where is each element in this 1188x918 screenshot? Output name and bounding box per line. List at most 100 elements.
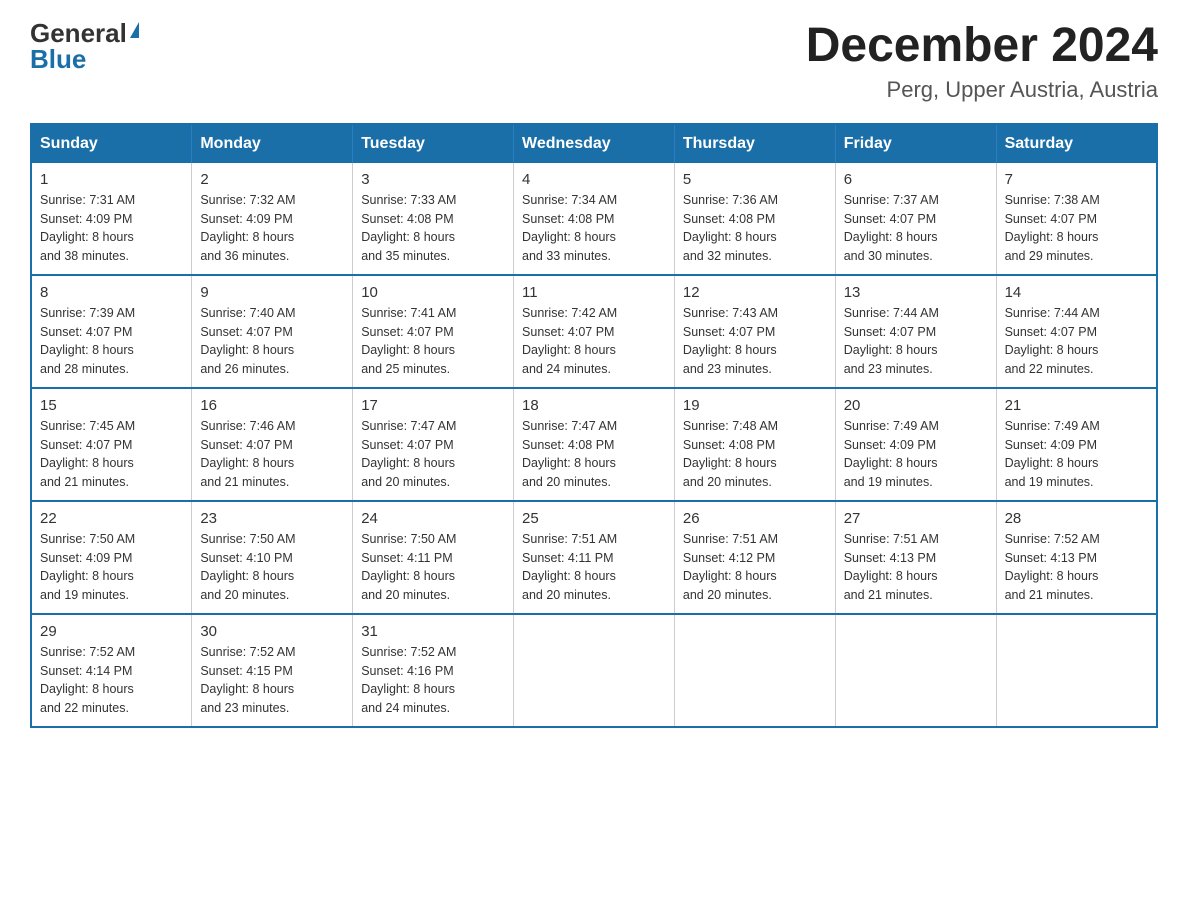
logo-blue-text: Blue xyxy=(30,46,86,72)
header-day-tuesday: Tuesday xyxy=(353,124,514,163)
day-number: 7 xyxy=(1005,171,1148,188)
calendar-cell: 18 Sunrise: 7:47 AMSunset: 4:08 PMDaylig… xyxy=(514,388,675,501)
day-number: 13 xyxy=(844,284,988,301)
subtitle: Perg, Upper Austria, Austria xyxy=(806,77,1158,103)
day-number: 18 xyxy=(522,397,666,414)
day-info: Sunrise: 7:47 AMSunset: 4:08 PMDaylight:… xyxy=(522,417,666,492)
title-section: December 2024 Perg, Upper Austria, Austr… xyxy=(806,20,1158,103)
day-number: 15 xyxy=(40,397,183,414)
day-number: 2 xyxy=(200,171,344,188)
day-info: Sunrise: 7:51 AMSunset: 4:11 PMDaylight:… xyxy=(522,530,666,605)
day-info: Sunrise: 7:52 AMSunset: 4:13 PMDaylight:… xyxy=(1005,530,1148,605)
day-number: 25 xyxy=(522,510,666,527)
day-info: Sunrise: 7:47 AMSunset: 4:07 PMDaylight:… xyxy=(361,417,505,492)
calendar-cell: 14 Sunrise: 7:44 AMSunset: 4:07 PMDaylig… xyxy=(996,275,1157,388)
day-number: 22 xyxy=(40,510,183,527)
calendar-cell: 9 Sunrise: 7:40 AMSunset: 4:07 PMDayligh… xyxy=(192,275,353,388)
calendar-cell: 6 Sunrise: 7:37 AMSunset: 4:07 PMDayligh… xyxy=(835,163,996,275)
day-info: Sunrise: 7:51 AMSunset: 4:12 PMDaylight:… xyxy=(683,530,827,605)
calendar-cell: 21 Sunrise: 7:49 AMSunset: 4:09 PMDaylig… xyxy=(996,388,1157,501)
day-info: Sunrise: 7:37 AMSunset: 4:07 PMDaylight:… xyxy=(844,191,988,266)
day-info: Sunrise: 7:39 AMSunset: 4:07 PMDaylight:… xyxy=(40,304,183,379)
calendar-cell: 24 Sunrise: 7:50 AMSunset: 4:11 PMDaylig… xyxy=(353,501,514,614)
day-number: 11 xyxy=(522,284,666,301)
day-number: 24 xyxy=(361,510,505,527)
day-info: Sunrise: 7:48 AMSunset: 4:08 PMDaylight:… xyxy=(683,417,827,492)
calendar-week-5: 29 Sunrise: 7:52 AMSunset: 4:14 PMDaylig… xyxy=(31,614,1157,727)
day-number: 3 xyxy=(361,171,505,188)
calendar-cell: 5 Sunrise: 7:36 AMSunset: 4:08 PMDayligh… xyxy=(674,163,835,275)
calendar-cell: 19 Sunrise: 7:48 AMSunset: 4:08 PMDaylig… xyxy=(674,388,835,501)
day-info: Sunrise: 7:49 AMSunset: 4:09 PMDaylight:… xyxy=(844,417,988,492)
calendar-cell xyxy=(835,614,996,727)
day-number: 27 xyxy=(844,510,988,527)
day-number: 10 xyxy=(361,284,505,301)
header-day-thursday: Thursday xyxy=(674,124,835,163)
day-info: Sunrise: 7:43 AMSunset: 4:07 PMDaylight:… xyxy=(683,304,827,379)
day-info: Sunrise: 7:50 AMSunset: 4:10 PMDaylight:… xyxy=(200,530,344,605)
day-number: 9 xyxy=(200,284,344,301)
day-info: Sunrise: 7:46 AMSunset: 4:07 PMDaylight:… xyxy=(200,417,344,492)
calendar-cell: 16 Sunrise: 7:46 AMSunset: 4:07 PMDaylig… xyxy=(192,388,353,501)
day-number: 16 xyxy=(200,397,344,414)
day-number: 8 xyxy=(40,284,183,301)
day-info: Sunrise: 7:32 AMSunset: 4:09 PMDaylight:… xyxy=(200,191,344,266)
day-number: 14 xyxy=(1005,284,1148,301)
calendar-cell: 11 Sunrise: 7:42 AMSunset: 4:07 PMDaylig… xyxy=(514,275,675,388)
calendar-cell: 4 Sunrise: 7:34 AMSunset: 4:08 PMDayligh… xyxy=(514,163,675,275)
calendar-cell: 25 Sunrise: 7:51 AMSunset: 4:11 PMDaylig… xyxy=(514,501,675,614)
header-day-sunday: Sunday xyxy=(31,124,192,163)
calendar-week-1: 1 Sunrise: 7:31 AMSunset: 4:09 PMDayligh… xyxy=(31,163,1157,275)
header-day-saturday: Saturday xyxy=(996,124,1157,163)
day-info: Sunrise: 7:41 AMSunset: 4:07 PMDaylight:… xyxy=(361,304,505,379)
calendar-cell xyxy=(514,614,675,727)
day-info: Sunrise: 7:36 AMSunset: 4:08 PMDaylight:… xyxy=(683,191,827,266)
calendar-cell: 30 Sunrise: 7:52 AMSunset: 4:15 PMDaylig… xyxy=(192,614,353,727)
calendar-cell: 23 Sunrise: 7:50 AMSunset: 4:10 PMDaylig… xyxy=(192,501,353,614)
calendar-cell: 22 Sunrise: 7:50 AMSunset: 4:09 PMDaylig… xyxy=(31,501,192,614)
logo-general-text: General xyxy=(30,20,127,46)
day-number: 30 xyxy=(200,623,344,640)
calendar-cell: 29 Sunrise: 7:52 AMSunset: 4:14 PMDaylig… xyxy=(31,614,192,727)
calendar-week-3: 15 Sunrise: 7:45 AMSunset: 4:07 PMDaylig… xyxy=(31,388,1157,501)
day-info: Sunrise: 7:38 AMSunset: 4:07 PMDaylight:… xyxy=(1005,191,1148,266)
day-number: 21 xyxy=(1005,397,1148,414)
calendar-cell: 17 Sunrise: 7:47 AMSunset: 4:07 PMDaylig… xyxy=(353,388,514,501)
header-row: SundayMondayTuesdayWednesdayThursdayFrid… xyxy=(31,124,1157,163)
calendar-header: SundayMondayTuesdayWednesdayThursdayFrid… xyxy=(31,124,1157,163)
day-number: 12 xyxy=(683,284,827,301)
calendar-table: SundayMondayTuesdayWednesdayThursdayFrid… xyxy=(30,123,1158,728)
calendar-cell: 2 Sunrise: 7:32 AMSunset: 4:09 PMDayligh… xyxy=(192,163,353,275)
day-number: 4 xyxy=(522,171,666,188)
day-number: 17 xyxy=(361,397,505,414)
calendar-cell: 8 Sunrise: 7:39 AMSunset: 4:07 PMDayligh… xyxy=(31,275,192,388)
calendar-cell: 10 Sunrise: 7:41 AMSunset: 4:07 PMDaylig… xyxy=(353,275,514,388)
logo: General Blue xyxy=(30,20,139,72)
calendar-cell: 20 Sunrise: 7:49 AMSunset: 4:09 PMDaylig… xyxy=(835,388,996,501)
main-title: December 2024 xyxy=(806,20,1158,73)
calendar-cell xyxy=(674,614,835,727)
day-number: 6 xyxy=(844,171,988,188)
calendar-cell: 15 Sunrise: 7:45 AMSunset: 4:07 PMDaylig… xyxy=(31,388,192,501)
calendar-body: 1 Sunrise: 7:31 AMSunset: 4:09 PMDayligh… xyxy=(31,163,1157,727)
calendar-cell xyxy=(996,614,1157,727)
day-number: 23 xyxy=(200,510,344,527)
calendar-week-2: 8 Sunrise: 7:39 AMSunset: 4:07 PMDayligh… xyxy=(31,275,1157,388)
day-number: 1 xyxy=(40,171,183,188)
calendar-cell: 31 Sunrise: 7:52 AMSunset: 4:16 PMDaylig… xyxy=(353,614,514,727)
day-info: Sunrise: 7:50 AMSunset: 4:09 PMDaylight:… xyxy=(40,530,183,605)
header-day-wednesday: Wednesday xyxy=(514,124,675,163)
page-header: General Blue December 2024 Perg, Upper A… xyxy=(30,20,1158,103)
calendar-cell: 28 Sunrise: 7:52 AMSunset: 4:13 PMDaylig… xyxy=(996,501,1157,614)
day-info: Sunrise: 7:34 AMSunset: 4:08 PMDaylight:… xyxy=(522,191,666,266)
day-number: 29 xyxy=(40,623,183,640)
day-info: Sunrise: 7:45 AMSunset: 4:07 PMDaylight:… xyxy=(40,417,183,492)
calendar-cell: 7 Sunrise: 7:38 AMSunset: 4:07 PMDayligh… xyxy=(996,163,1157,275)
day-info: Sunrise: 7:31 AMSunset: 4:09 PMDaylight:… xyxy=(40,191,183,266)
day-info: Sunrise: 7:52 AMSunset: 4:15 PMDaylight:… xyxy=(200,643,344,718)
calendar-week-4: 22 Sunrise: 7:50 AMSunset: 4:09 PMDaylig… xyxy=(31,501,1157,614)
day-info: Sunrise: 7:44 AMSunset: 4:07 PMDaylight:… xyxy=(844,304,988,379)
day-info: Sunrise: 7:40 AMSunset: 4:07 PMDaylight:… xyxy=(200,304,344,379)
day-info: Sunrise: 7:52 AMSunset: 4:16 PMDaylight:… xyxy=(361,643,505,718)
logo-triangle-icon xyxy=(130,22,139,38)
